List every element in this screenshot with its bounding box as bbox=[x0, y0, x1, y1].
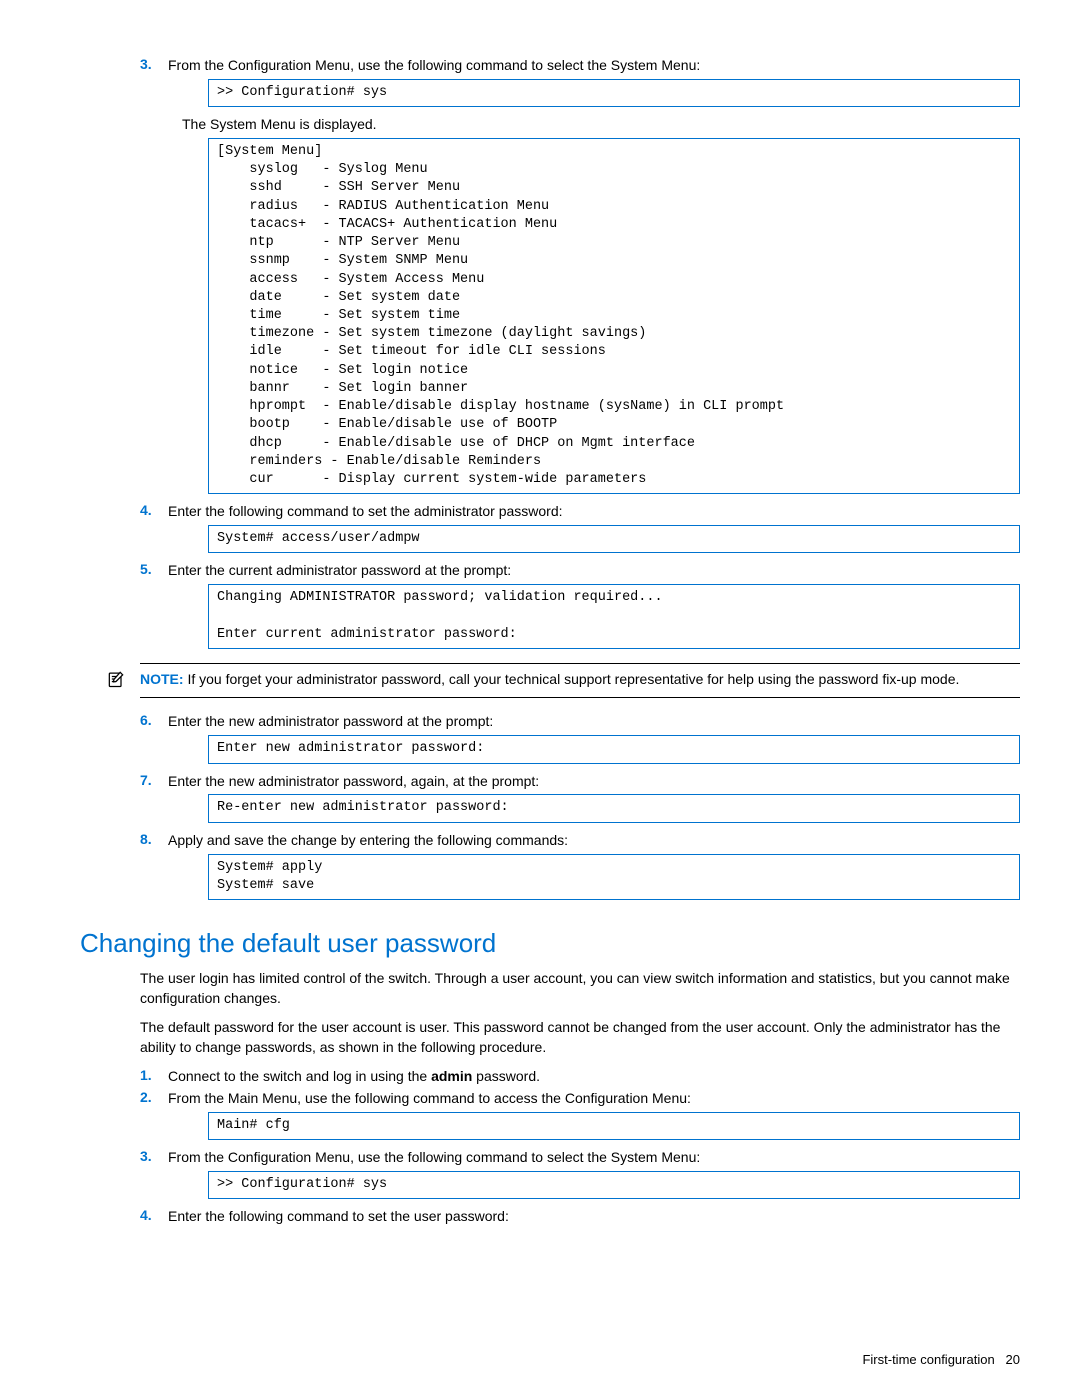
code-block: Changing ADMINISTRATOR password; validat… bbox=[208, 584, 1020, 649]
step-7: 7. Enter the new administrator password,… bbox=[140, 772, 1020, 791]
step-number: 2. bbox=[140, 1089, 168, 1108]
note-block: NOTE: If you forget your administrator p… bbox=[140, 663, 1020, 699]
step-number: 5. bbox=[140, 561, 168, 580]
step-text: From the Main Menu, use the following co… bbox=[168, 1089, 1020, 1108]
step-text: Connect to the switch and log in using t… bbox=[168, 1067, 1020, 1086]
step-1b: 1. Connect to the switch and log in usin… bbox=[140, 1067, 1020, 1086]
step-number: 1. bbox=[140, 1067, 168, 1086]
step-5: 5. Enter the current administrator passw… bbox=[140, 561, 1020, 580]
step-number: 3. bbox=[140, 1148, 168, 1167]
note-icon bbox=[106, 669, 126, 695]
code-block: >> Configuration# sys bbox=[208, 1171, 1020, 1199]
code-block: System# access/user/admpw bbox=[208, 525, 1020, 553]
system-menu-output: [System Menu] syslog - Syslog Menu sshd … bbox=[208, 138, 1020, 494]
bold-admin: admin bbox=[431, 1068, 472, 1084]
step-text: Enter the following command to set the a… bbox=[168, 502, 1020, 521]
paragraph: The user login has limited control of th… bbox=[140, 969, 1020, 1008]
step-number: 4. bbox=[140, 1207, 168, 1226]
step-number: 4. bbox=[140, 502, 168, 521]
code-block: System# apply System# save bbox=[208, 854, 1020, 900]
code-block: Enter new administrator password: bbox=[208, 735, 1020, 763]
code-block: >> Configuration# sys bbox=[208, 79, 1020, 107]
step-number: 6. bbox=[140, 712, 168, 731]
note-text: NOTE: If you forget your administrator p… bbox=[140, 668, 1020, 692]
step-text: From the Configuration Menu, use the fol… bbox=[168, 56, 1020, 75]
section-heading: Changing the default user password bbox=[80, 928, 1020, 959]
note-label: NOTE: bbox=[140, 671, 184, 687]
step-text: Enter the new administrator password, ag… bbox=[168, 772, 1020, 791]
step-2b: 2. From the Main Menu, use the following… bbox=[140, 1089, 1020, 1108]
page-footer: First-time configuration 20 bbox=[862, 1352, 1020, 1367]
step-3b: 3. From the Configuration Menu, use the … bbox=[140, 1148, 1020, 1167]
step-4: 4. Enter the following command to set th… bbox=[140, 502, 1020, 521]
step-continuation: The System Menu is displayed. bbox=[182, 115, 1020, 134]
divider bbox=[140, 663, 1020, 664]
note-body: If you forget your administrator passwor… bbox=[184, 671, 960, 687]
step-8: 8. Apply and save the change by entering… bbox=[140, 831, 1020, 850]
step-number: 3. bbox=[140, 56, 168, 75]
step-4b: 4. Enter the following command to set th… bbox=[140, 1207, 1020, 1226]
footer-page-number: 20 bbox=[1006, 1352, 1020, 1367]
document-page: 3. From the Configuration Menu, use the … bbox=[0, 0, 1080, 1397]
step-text: Enter the following command to set the u… bbox=[168, 1207, 1020, 1226]
step-number: 8. bbox=[140, 831, 168, 850]
code-block: Main# cfg bbox=[208, 1112, 1020, 1140]
step-text: Enter the new administrator password at … bbox=[168, 712, 1020, 731]
step-6: 6. Enter the new administrator password … bbox=[140, 712, 1020, 731]
step-3: 3. From the Configuration Menu, use the … bbox=[140, 56, 1020, 75]
paragraph: The default password for the user accoun… bbox=[140, 1018, 1020, 1057]
step-number: 7. bbox=[140, 772, 168, 791]
step-text: Enter the current administrator password… bbox=[168, 561, 1020, 580]
step-text: Apply and save the change by entering th… bbox=[168, 831, 1020, 850]
footer-section: First-time configuration bbox=[862, 1352, 994, 1367]
code-block: Re-enter new administrator password: bbox=[208, 794, 1020, 822]
step-text: From the Configuration Menu, use the fol… bbox=[168, 1148, 1020, 1167]
divider bbox=[140, 697, 1020, 698]
